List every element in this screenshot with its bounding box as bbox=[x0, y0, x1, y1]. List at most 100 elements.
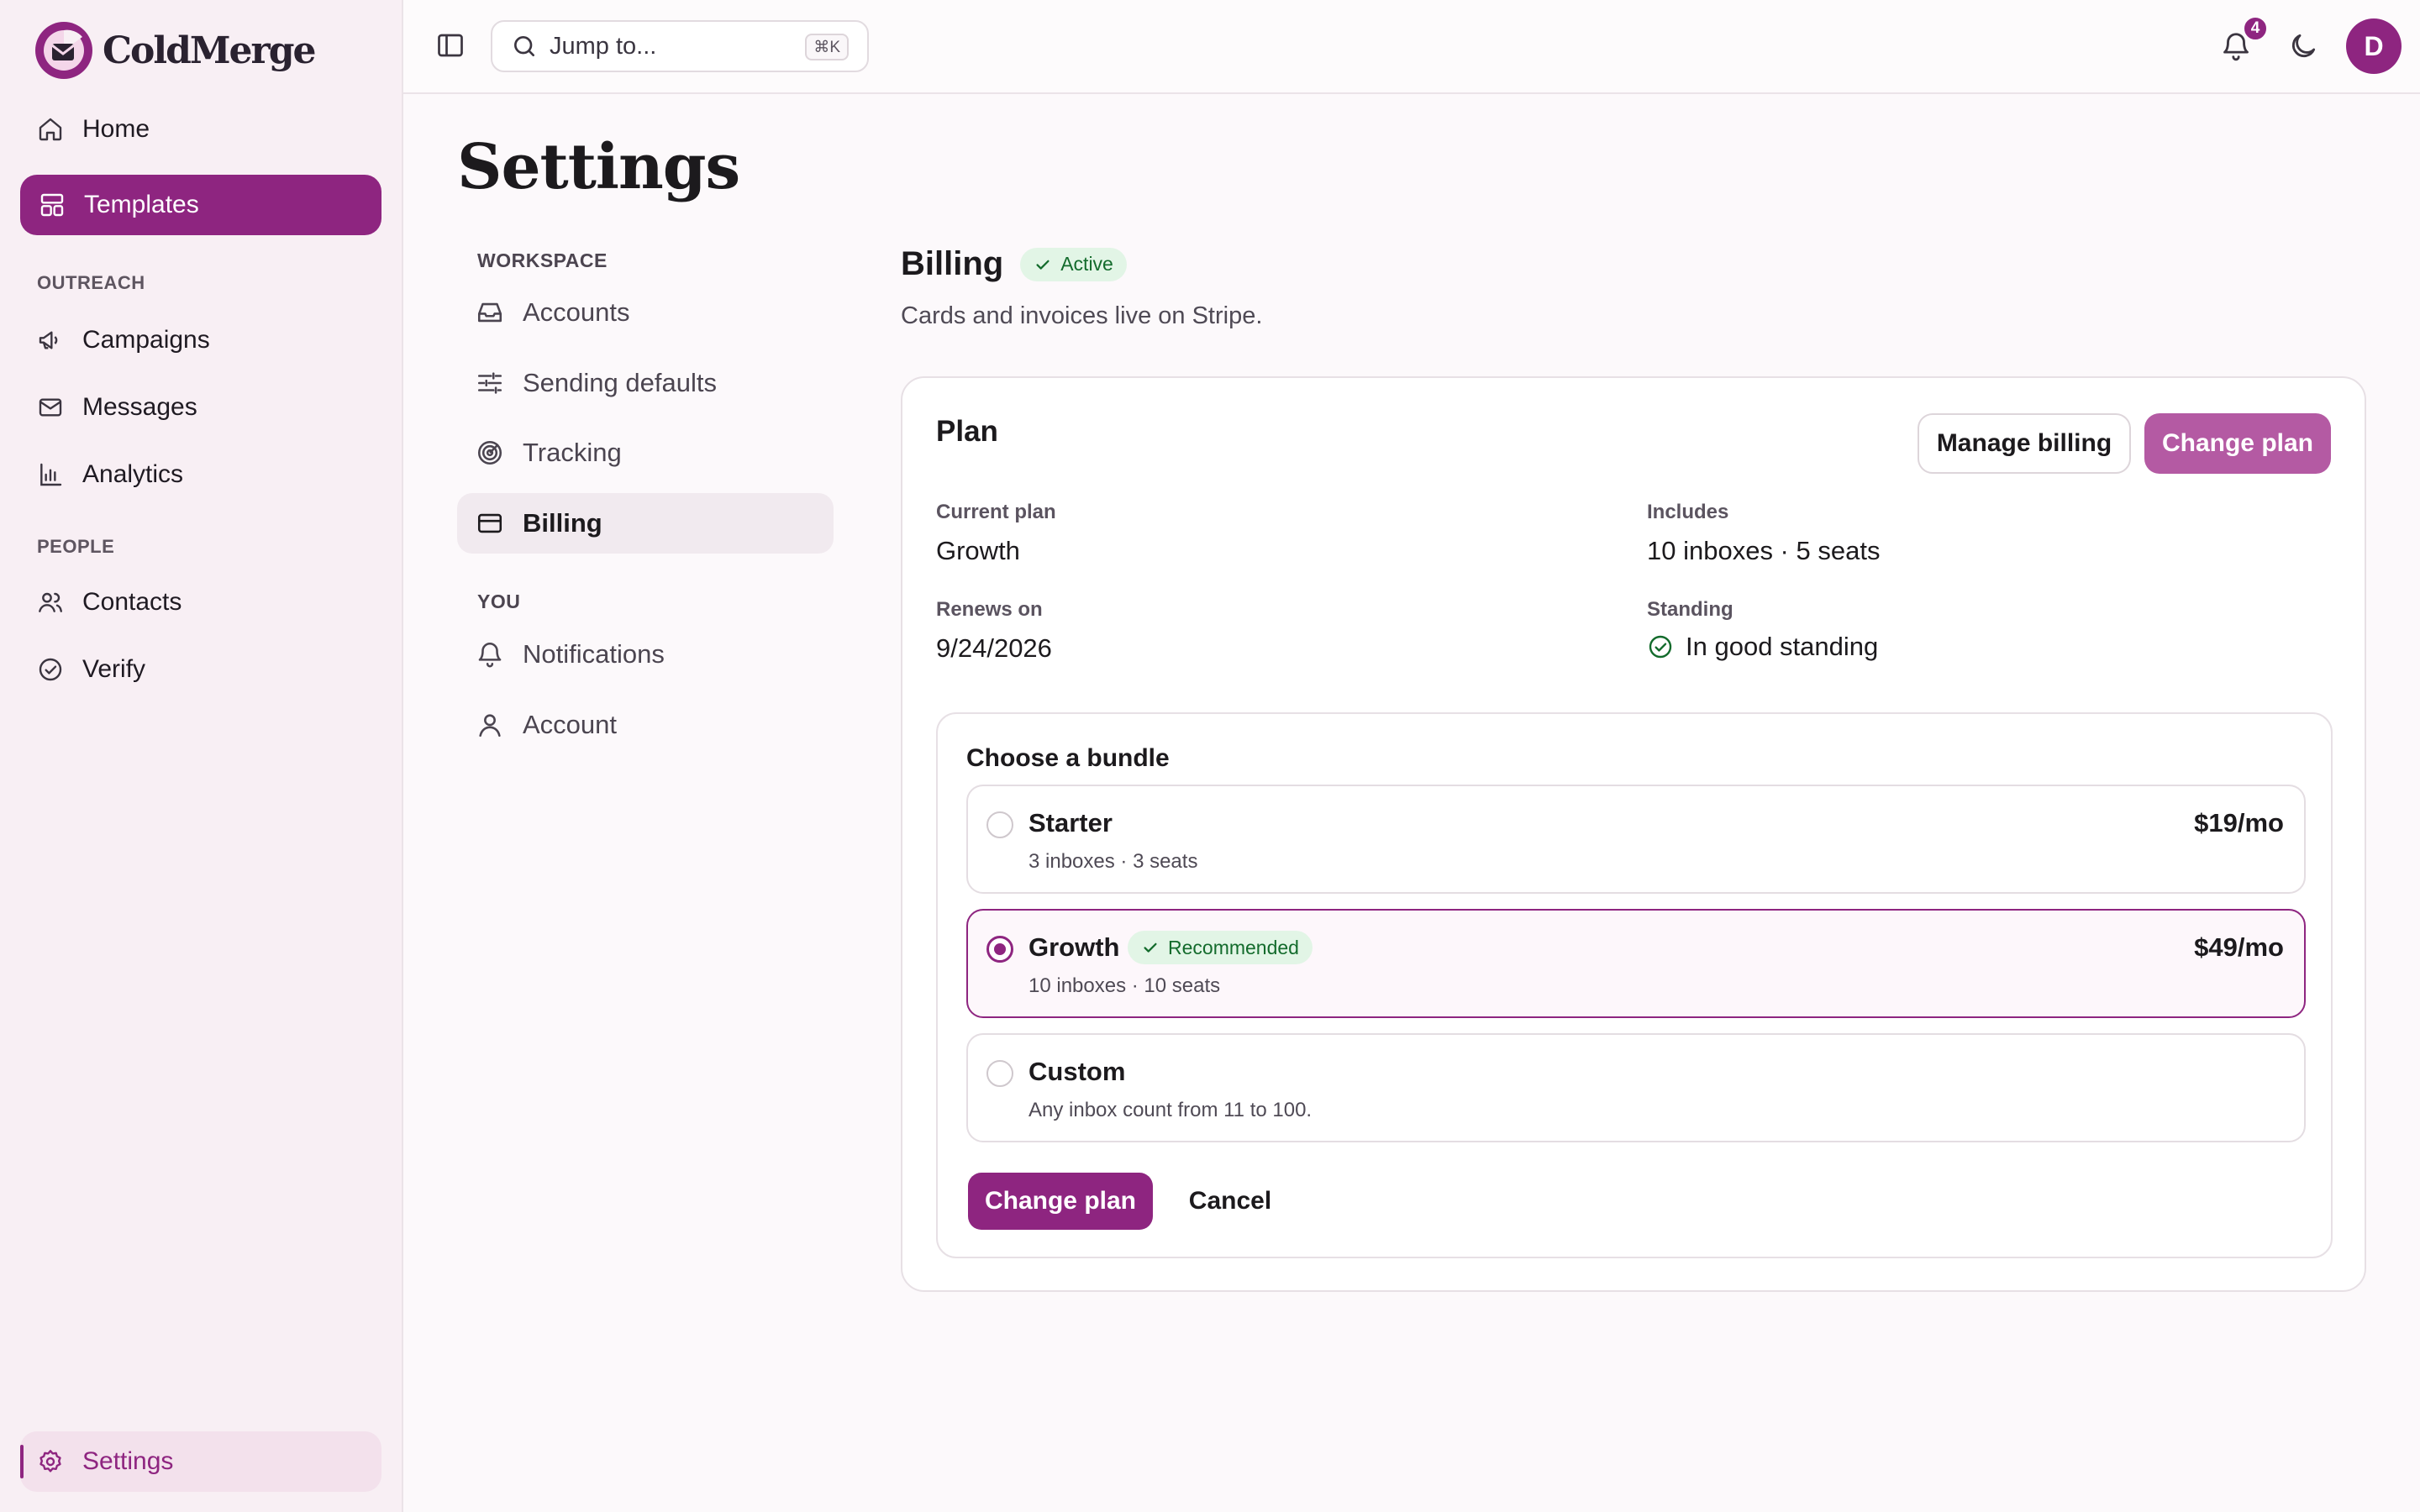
bundle-option-growth[interactable]: Growth Recommended 10 inboxes · 10 seats… bbox=[966, 909, 2306, 1018]
settings-nav-label: Account bbox=[523, 710, 618, 739]
sidebar-section-outreach: OUTREACH bbox=[37, 272, 145, 293]
sidebar-item-label: Campaigns bbox=[82, 326, 210, 354]
settings-nav-account[interactable]: Account bbox=[457, 695, 834, 755]
bundle-name: Custom bbox=[1028, 1057, 1126, 1086]
settings-nav-billing[interactable]: Billing bbox=[457, 493, 834, 554]
bundle-description: 3 inboxes · 3 seats bbox=[1028, 850, 1198, 873]
billing-subtitle: Cards and invoices live on Stripe. bbox=[901, 302, 1263, 329]
status-badge: Active bbox=[1020, 247, 1127, 281]
credit-card-icon bbox=[477, 513, 502, 533]
bundle-price: $19/mo bbox=[2194, 808, 2284, 837]
radio-button[interactable] bbox=[986, 811, 1013, 838]
sidebar-item-verify[interactable]: Verify bbox=[20, 639, 381, 700]
radio-button-selected[interactable] bbox=[986, 936, 1013, 963]
sliders-icon bbox=[477, 372, 502, 394]
templates-icon bbox=[40, 193, 64, 217]
settings-nav-label: Tracking bbox=[523, 438, 622, 467]
sidebar-item-label: Templates bbox=[84, 191, 199, 218]
sidebar-item-label: Home bbox=[82, 115, 150, 143]
sidebar-item-templates[interactable]: Templates bbox=[20, 175, 381, 235]
change-plan-header-button[interactable]: Change plan bbox=[2144, 413, 2331, 474]
sidebar-item-settings[interactable]: Settings bbox=[20, 1431, 381, 1492]
topbar: Jump to... ⌘K 4 D bbox=[403, 0, 2420, 94]
manage-billing-button[interactable]: Manage billing bbox=[1918, 413, 2131, 474]
notification-count-badge: 4 bbox=[2242, 15, 2269, 42]
settings-nav-label: Notifications bbox=[523, 639, 665, 669]
bundle-description: 10 inboxes · 10 seats bbox=[1028, 974, 1221, 997]
billing-header: Billing Active bbox=[901, 245, 1127, 283]
check-circle-icon bbox=[39, 658, 62, 681]
gear-icon bbox=[39, 1450, 61, 1473]
renews-on-value: 9/24/2026 bbox=[936, 633, 1052, 663]
bundle-price: $49/mo bbox=[2194, 932, 2284, 962]
search-placeholder: Jump to... bbox=[550, 32, 657, 60]
sidebar-toggle-icon[interactable] bbox=[435, 30, 466, 60]
settings-nav-accounts[interactable]: Accounts bbox=[457, 282, 834, 343]
billing-title: Billing bbox=[901, 245, 1004, 282]
settings-nav-label: Accounts bbox=[523, 297, 630, 327]
plan-card-title: Plan bbox=[936, 415, 998, 448]
sidebar-item-label: Contacts bbox=[82, 588, 182, 616]
bundle-description: Any inbox count from 11 to 100. bbox=[1028, 1099, 1313, 1121]
check-icon bbox=[1144, 942, 1157, 953]
search-icon bbox=[514, 36, 534, 56]
sidebar-section-people: PEOPLE bbox=[37, 536, 115, 557]
includes-value: 10 inboxes · 5 seats bbox=[1647, 536, 1881, 565]
user-icon bbox=[479, 714, 501, 738]
bundle-option-custom[interactable]: Custom Any inbox count from 11 to 100. bbox=[966, 1033, 2306, 1142]
sidebar-item-messages[interactable]: Messages bbox=[20, 377, 381, 438]
standing-value: In good standing bbox=[1647, 632, 1878, 662]
megaphone-icon bbox=[39, 331, 58, 349]
settings-nav-label: Billing bbox=[523, 508, 602, 538]
status-badge-label: Active bbox=[1060, 253, 1113, 275]
renews-on-label: Renews on bbox=[936, 598, 1043, 621]
current-plan-value: Growth bbox=[936, 536, 1020, 565]
radio-button[interactable] bbox=[986, 1060, 1013, 1087]
sidebar-item-home[interactable]: Home bbox=[20, 99, 381, 160]
users-icon bbox=[39, 592, 62, 612]
settings-section-workspace: WORKSPACE bbox=[477, 249, 608, 271]
sidebar-item-contacts[interactable]: Contacts bbox=[20, 572, 381, 633]
sidebar-item-label: Verify bbox=[82, 655, 146, 683]
recommended-badge: Recommended bbox=[1128, 931, 1313, 964]
settings-nav-label: Sending defaults bbox=[523, 368, 717, 397]
plan-card: Plan Manage billing Change plan Current … bbox=[901, 376, 2366, 1292]
home-icon bbox=[39, 118, 62, 141]
change-plan-button[interactable]: Change plan bbox=[968, 1173, 1153, 1230]
cancel-button[interactable]: Cancel bbox=[1173, 1173, 1287, 1230]
brand-name: ColdMerge bbox=[103, 29, 316, 72]
search-input[interactable]: Jump to... ⌘K bbox=[491, 20, 869, 72]
shortcut-hint: ⌘K bbox=[805, 34, 849, 60]
bundle-chooser: Choose a bundle Starter 3 inboxes · 3 se… bbox=[936, 712, 2333, 1258]
bundle-title: Choose a bundle bbox=[966, 744, 1170, 772]
settings-nav-notifications[interactable]: Notifications bbox=[457, 624, 834, 685]
sidebar-item-label: Settings bbox=[82, 1447, 174, 1475]
bundle-name: Growth bbox=[1028, 932, 1120, 962]
settings-nav-tracking[interactable]: Tracking bbox=[457, 423, 834, 483]
check-circle-icon bbox=[1649, 635, 1672, 659]
bell-icon bbox=[478, 643, 502, 668]
inbox-icon bbox=[477, 302, 502, 323]
page-title: Settings bbox=[457, 131, 740, 203]
target-icon bbox=[477, 440, 502, 465]
settings-section-you: YOU bbox=[477, 591, 521, 612]
sidebar-item-analytics[interactable]: Analytics bbox=[20, 444, 381, 505]
standing-text: In good standing bbox=[1686, 632, 1879, 661]
bar-chart-icon bbox=[40, 463, 62, 486]
bundle-option-starter[interactable]: Starter 3 inboxes · 3 seats $19/mo bbox=[966, 785, 2306, 894]
bundle-name: Starter bbox=[1028, 808, 1113, 837]
brand[interactable]: ColdMerge bbox=[32, 18, 316, 82]
sidebar-item-label: Messages bbox=[82, 393, 197, 421]
sidebar-item-label: Analytics bbox=[82, 460, 184, 488]
includes-label: Includes bbox=[1647, 501, 1729, 523]
recommended-label: Recommended bbox=[1168, 936, 1299, 958]
mail-icon bbox=[39, 398, 62, 417]
sidebar: ColdMerge Home Templates OUTREACH Campai… bbox=[0, 0, 403, 1512]
avatar[interactable]: D bbox=[2346, 18, 2402, 74]
active-indicator bbox=[20, 1445, 24, 1478]
standing-label: Standing bbox=[1647, 598, 1733, 621]
sidebar-item-campaigns[interactable]: Campaigns bbox=[20, 310, 381, 370]
settings-nav-sending-defaults[interactable]: Sending defaults bbox=[457, 353, 834, 413]
coldmerge-logo-icon bbox=[35, 22, 92, 79]
moon-icon[interactable] bbox=[2287, 30, 2319, 62]
